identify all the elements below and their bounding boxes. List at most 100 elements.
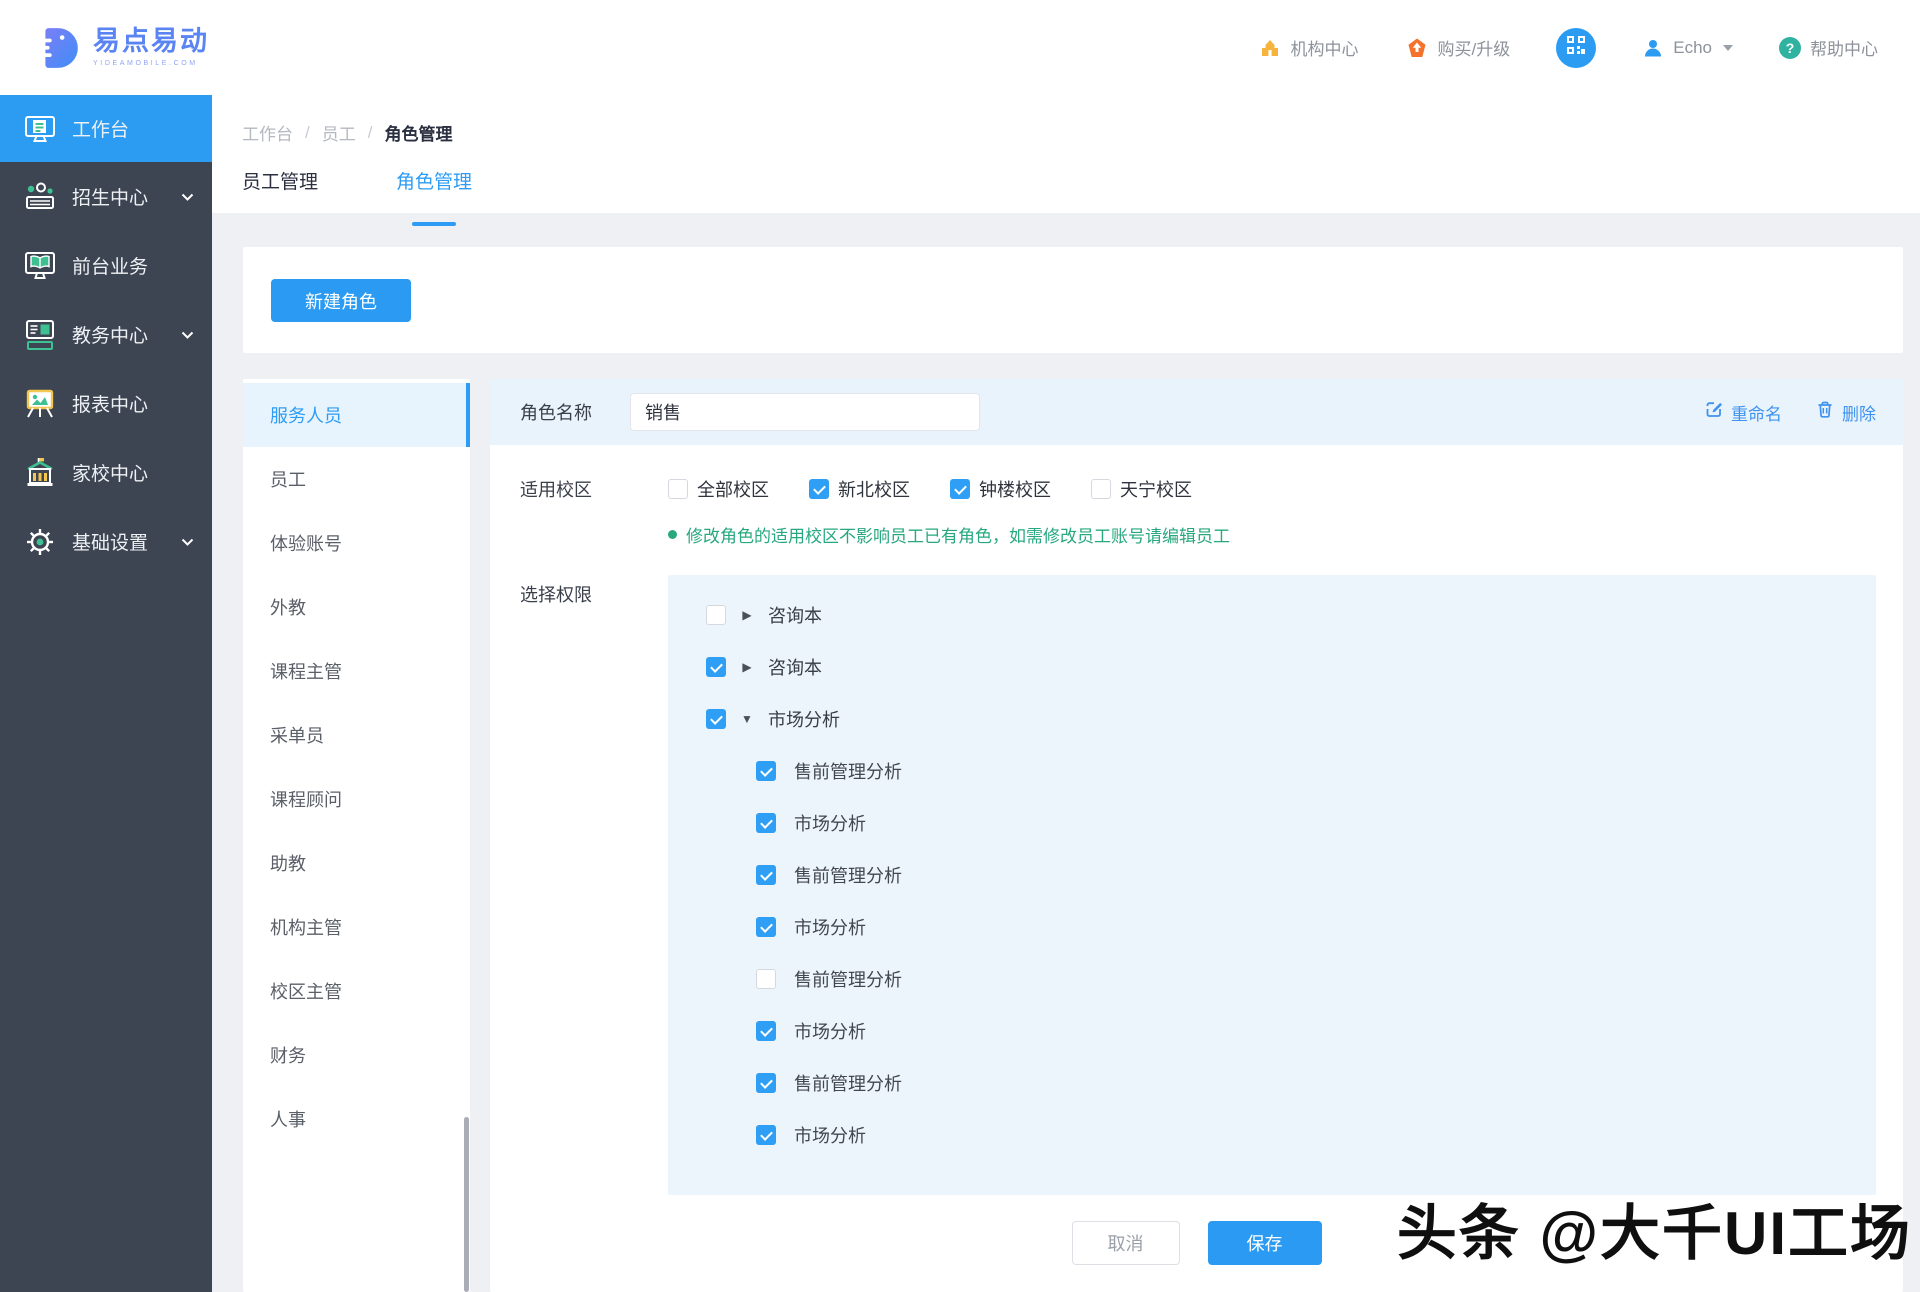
role-list-item[interactable]: 校区主管 xyxy=(243,959,470,1023)
checkbox[interactable] xyxy=(756,813,776,833)
tab-role-management[interactable]: 角色管理 xyxy=(396,167,472,226)
chevron-down-icon xyxy=(181,186,194,208)
caret-right-icon[interactable]: ▶ xyxy=(740,660,754,674)
sidebar-item-label: 工作台 xyxy=(72,120,130,141)
tree-leaf[interactable]: 售前管理分析 xyxy=(706,745,1876,797)
user-menu[interactable]: Echo xyxy=(1642,37,1733,59)
campus-label: 适用校区 xyxy=(520,480,592,500)
campus-option[interactable]: 天宁校区 xyxy=(1091,476,1192,502)
checkbox[interactable] xyxy=(756,1021,776,1041)
sidebar-item-admissions[interactable]: 招生中心 xyxy=(0,162,212,231)
sidebar-item-label: 家校中心 xyxy=(72,464,149,485)
tree-leaf[interactable]: 售前管理分析 xyxy=(706,1057,1876,1109)
scrollbar-thumb[interactable] xyxy=(464,1117,469,1292)
role-list-item[interactable]: 财务 xyxy=(243,1023,470,1087)
cancel-button[interactable]: 取消 xyxy=(1071,1221,1180,1265)
checkbox[interactable] xyxy=(756,761,776,781)
role-list-item[interactable]: 人事 xyxy=(243,1087,470,1151)
nav-buy-upgrade[interactable]: 购买/升级 xyxy=(1405,35,1511,60)
tree-leaf[interactable]: 市场分析 xyxy=(706,1109,1876,1161)
breadcrumb-item[interactable]: 工作台 xyxy=(242,120,293,145)
breadcrumb-separator: / xyxy=(367,122,373,142)
checkbox[interactable] xyxy=(756,1073,776,1093)
campus-option[interactable]: 钟楼校区 xyxy=(950,476,1051,502)
workbench-icon xyxy=(22,111,58,147)
trash-icon xyxy=(1816,400,1834,424)
role-list-item[interactable]: 服务人员 xyxy=(243,383,470,447)
role-list-item[interactable]: 机构主管 xyxy=(243,895,470,959)
campus-option[interactable]: 全部校区 xyxy=(668,476,769,502)
checkbox[interactable] xyxy=(706,709,726,729)
qrcode-button[interactable] xyxy=(1556,27,1597,68)
sidebar-item-homeschool[interactable]: 家校中心 xyxy=(0,438,212,507)
checkbox[interactable] xyxy=(809,479,829,499)
role-list-item[interactable]: 员工 xyxy=(243,447,470,511)
breadcrumb-separator: / xyxy=(305,122,310,142)
role-name-label: 角色名称 xyxy=(520,403,592,423)
tree-node-label: 市场分析 xyxy=(768,710,840,730)
sidebar-item-label: 招生中心 xyxy=(72,188,149,209)
role-list-item[interactable]: 课程顾问 xyxy=(243,767,470,831)
breadcrumb-item[interactable]: 员工 xyxy=(322,120,356,145)
tree-leaf-label: 售前管理分析 xyxy=(794,970,902,990)
checkbox[interactable] xyxy=(756,1125,776,1145)
checkbox[interactable] xyxy=(756,865,776,885)
academic-icon xyxy=(22,317,58,353)
app-header: 易点易动 YIDEAMOBILE.COM 机构中心 购买/升级 Echo ? 帮… xyxy=(0,0,1920,95)
tree-leaf[interactable]: 市场分析 xyxy=(706,901,1876,953)
checkbox[interactable] xyxy=(706,605,726,625)
question-glyph: ? xyxy=(1785,39,1795,56)
tree-leaf-label: 市场分析 xyxy=(794,918,866,938)
help-icon: ? xyxy=(1779,36,1801,59)
toolbar-card: 新建角色 xyxy=(243,247,1903,353)
caret-right-icon[interactable]: ▶ xyxy=(740,608,754,622)
sidebar-item-frontdesk[interactable]: 前台业务 xyxy=(0,231,212,300)
campus-option[interactable]: 新北校区 xyxy=(809,476,910,502)
delete-button[interactable]: 删除 xyxy=(1816,400,1876,425)
tree-node[interactable]: ▶ 咨询本 xyxy=(706,641,1876,693)
sidebar-item-workbench[interactable]: 工作台 xyxy=(0,95,212,162)
role-list-item[interactable]: 课程主管 xyxy=(243,639,470,703)
sidebar-item-reports[interactable]: 报表中心 xyxy=(0,369,212,438)
checkbox[interactable] xyxy=(950,479,970,499)
tree-leaf[interactable]: 售前管理分析 xyxy=(706,849,1876,901)
tree-leaf-label: 市场分析 xyxy=(794,1022,866,1042)
rename-button[interactable]: 重命名 xyxy=(1704,400,1782,425)
campus-options: 全部校区 新北校区 钟楼校区 天宁校区 xyxy=(668,476,1192,502)
role-list-item[interactable]: 体验账号 xyxy=(243,511,470,575)
save-button[interactable]: 保存 xyxy=(1207,1221,1322,1265)
tab-employee-management[interactable]: 员工管理 xyxy=(242,167,318,226)
checkbox[interactable] xyxy=(668,479,688,499)
tree-leaf[interactable]: 售前管理分析 xyxy=(706,953,1876,1005)
checkbox[interactable] xyxy=(756,969,776,989)
sidebar-item-academic[interactable]: 教务中心 xyxy=(0,300,212,369)
homeschool-icon xyxy=(22,455,58,491)
role-list-item[interactable]: 采单员 xyxy=(243,703,470,767)
watermark: 头条 @大千UI工场 xyxy=(1396,1200,1912,1267)
checkbox[interactable] xyxy=(756,917,776,937)
nav-help-center-label: 帮助中心 xyxy=(1810,40,1878,59)
role-management-card: 服务人员 员工 体验账号 外教 课程主管 采单员 课程顾问 助教 机构主管 校区… xyxy=(243,379,1903,1292)
sidebar-item-label: 基础设置 xyxy=(72,533,149,554)
campus-row: 适用校区 全部校区 新北校区 钟楼校区 天宁校区 xyxy=(520,476,1873,502)
sidebar-item-settings[interactable]: 基础设置 xyxy=(0,507,212,576)
checkbox[interactable] xyxy=(1091,479,1111,499)
tree-leaf[interactable]: 市场分析 xyxy=(706,1005,1876,1057)
nav-buy-upgrade-label: 购买/升级 xyxy=(1437,40,1511,59)
dot-icon xyxy=(668,530,677,539)
tree-leaf-label: 售前管理分析 xyxy=(794,762,902,782)
caret-down-icon[interactable]: ▼ xyxy=(740,712,754,726)
frontdesk-icon xyxy=(22,248,58,284)
role-name-input[interactable] xyxy=(630,393,980,431)
tree-node[interactable]: ▼ 市场分析 xyxy=(706,693,1876,745)
nav-help-center[interactable]: ? 帮助中心 xyxy=(1779,35,1878,60)
role-list-item[interactable]: 助教 xyxy=(243,831,470,895)
campus-option-label: 天宁校区 xyxy=(1120,480,1192,500)
role-list-item[interactable]: 外教 xyxy=(243,575,470,639)
checkbox[interactable] xyxy=(706,657,726,677)
tree-node[interactable]: ▶ 咨询本 xyxy=(706,589,1876,641)
tree-leaf[interactable]: 市场分析 xyxy=(706,797,1876,849)
nav-org-center[interactable]: 机构中心 xyxy=(1258,35,1359,60)
new-role-button[interactable]: 新建角色 xyxy=(271,279,411,322)
qrcode-icon xyxy=(1567,36,1586,59)
